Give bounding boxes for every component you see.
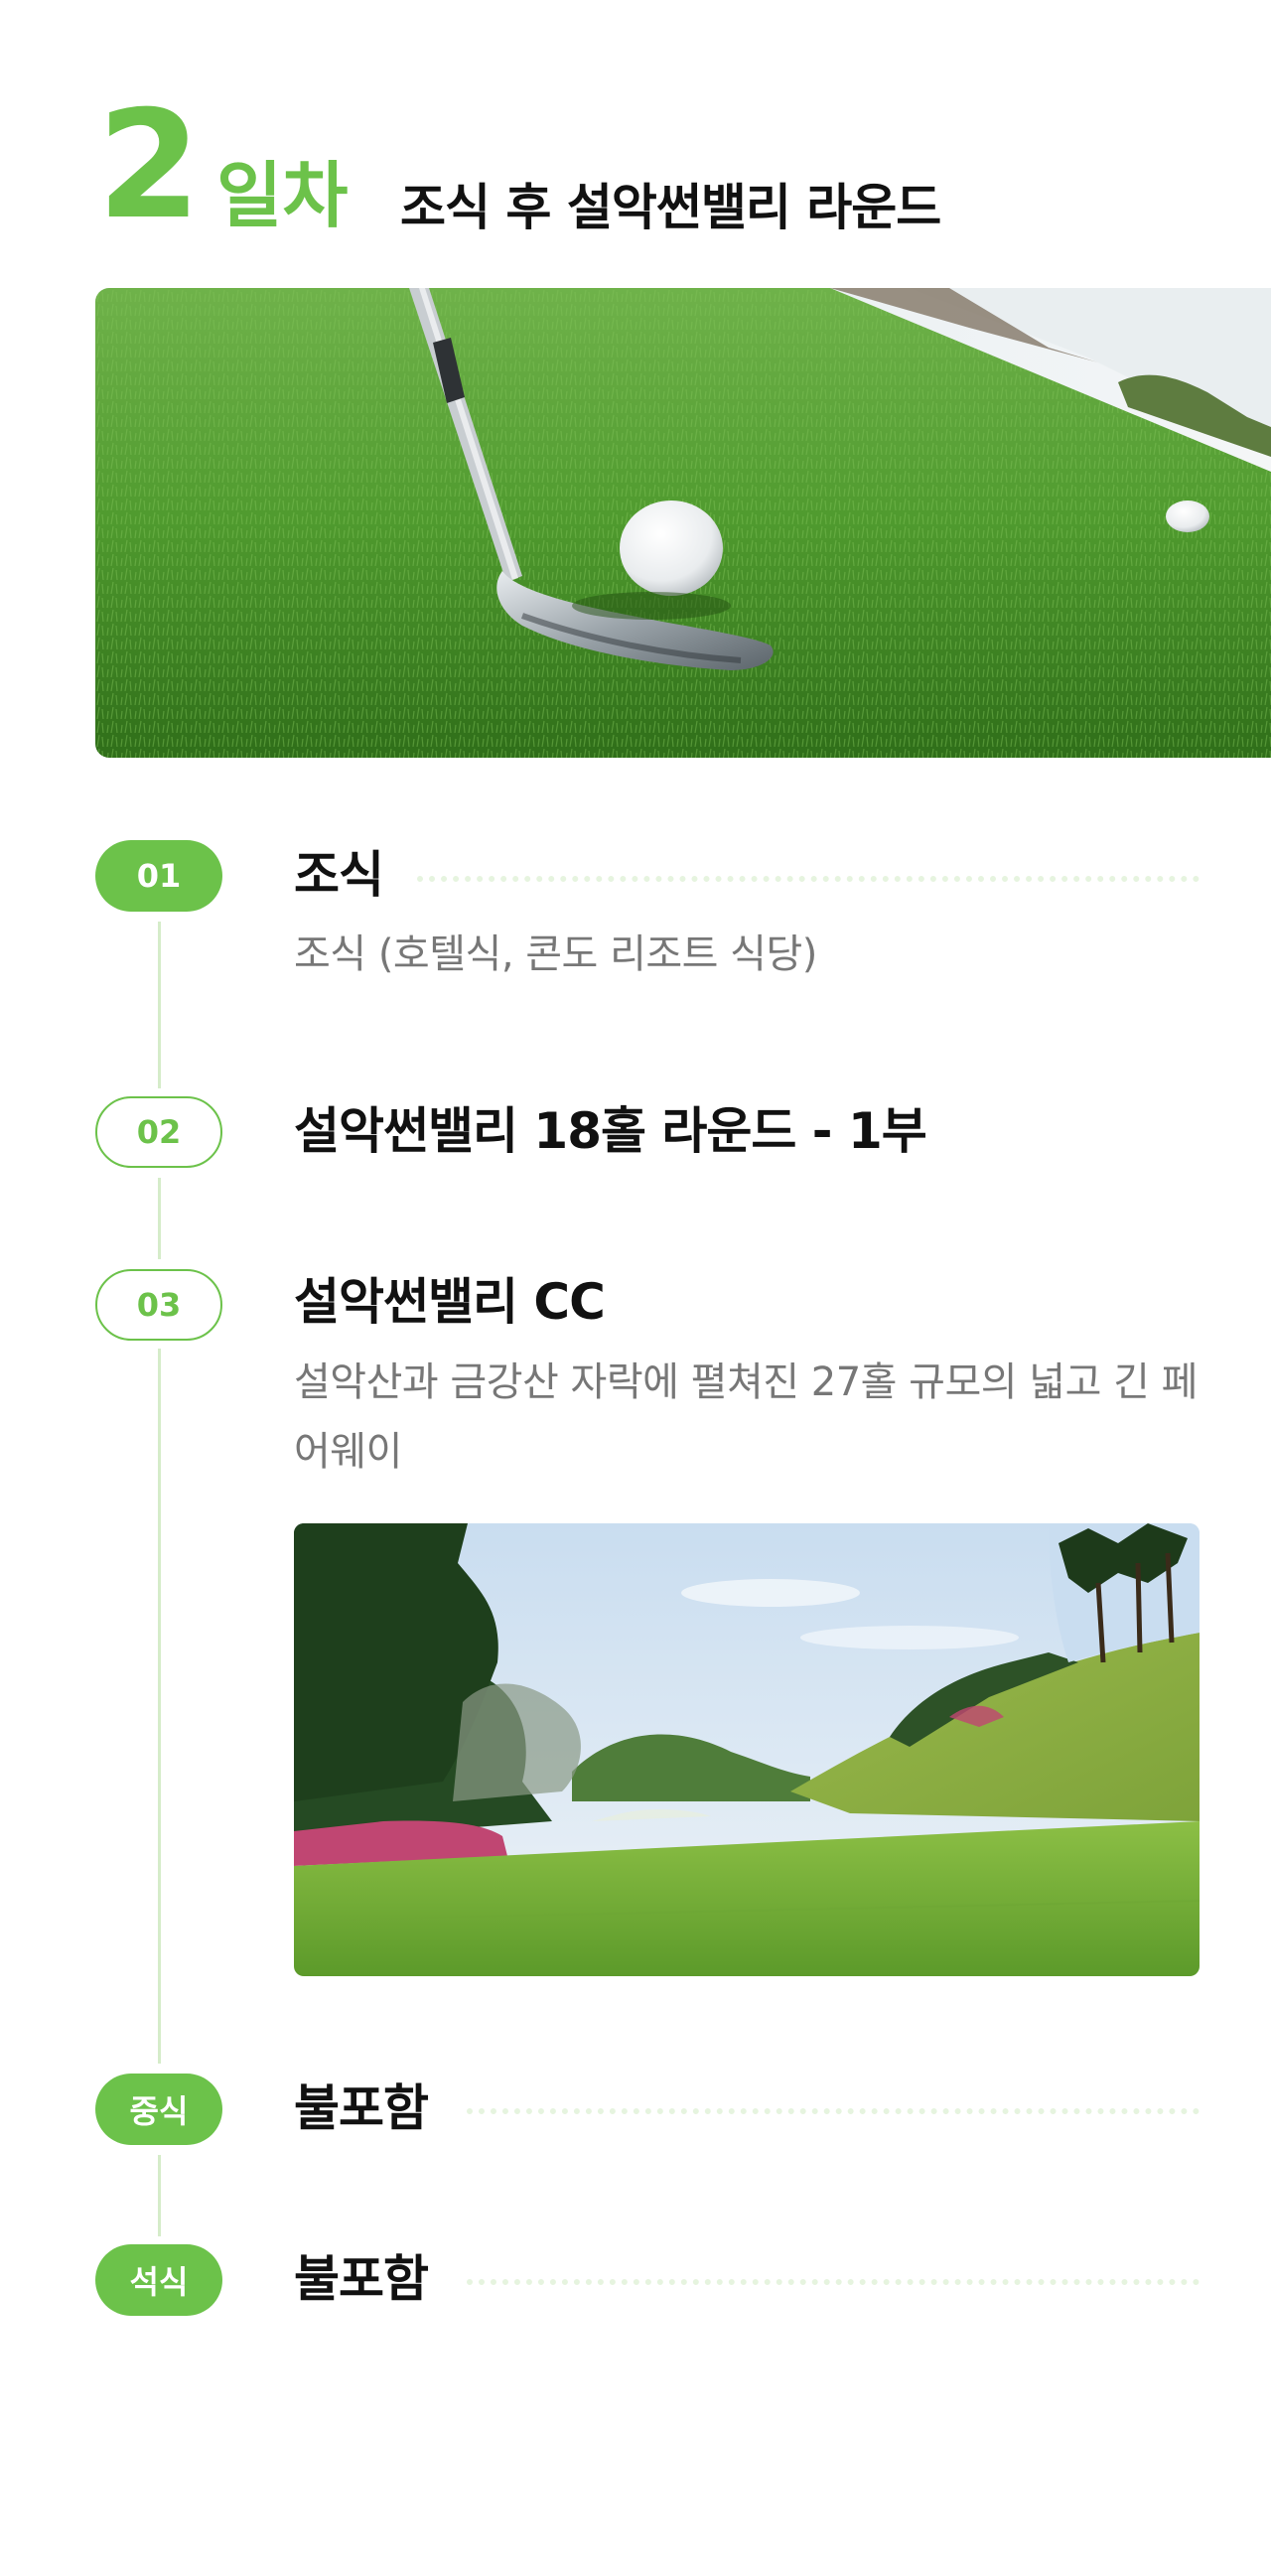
day-title: 조식 후 설악썬밸리 라운드 [400,179,941,236]
schedule-title: 불포함 [294,2079,429,2137]
course-photo [294,1523,1200,1976]
schedule-title: 불포함 [294,2250,429,2308]
timeline-connector [158,922,161,1088]
schedule-description: 조식 (호텔식, 콘도 리조트 식당) [294,931,817,977]
day-suffix: 일차 [216,154,349,237]
schedule-badge: 석식 [95,2244,222,2316]
schedule-description: 설악산과 금강산 자락에 펼쳐진 27홀 규모의 넓고 긴 페어웨이 [294,1360,1198,1475]
schedule-badge: 03 [95,1269,222,1341]
day-header: 2 일차 조식 후 설악썬밸리 라운드 [97,91,1190,250]
timeline-connector [158,2155,161,2236]
schedule-title: 설악썬밸리 CC [294,1273,606,1331]
hero-golf-image [95,288,1271,758]
schedule-title: 설악썬밸리 18홀 라운드 - 1부 [294,1102,927,1160]
timeline-connector [158,1349,161,2064]
schedule-badge: 01 [95,840,222,912]
dotted-divider [467,2279,1200,2285]
schedule-badge: 중식 [95,2074,222,2145]
dotted-divider [467,2108,1200,2114]
schedule-title: 조식 [294,846,384,904]
day-number: 2 [97,79,201,252]
schedule-badge: 02 [95,1096,222,1168]
dotted-divider [417,876,1200,882]
timeline-connector [158,1178,161,1259]
